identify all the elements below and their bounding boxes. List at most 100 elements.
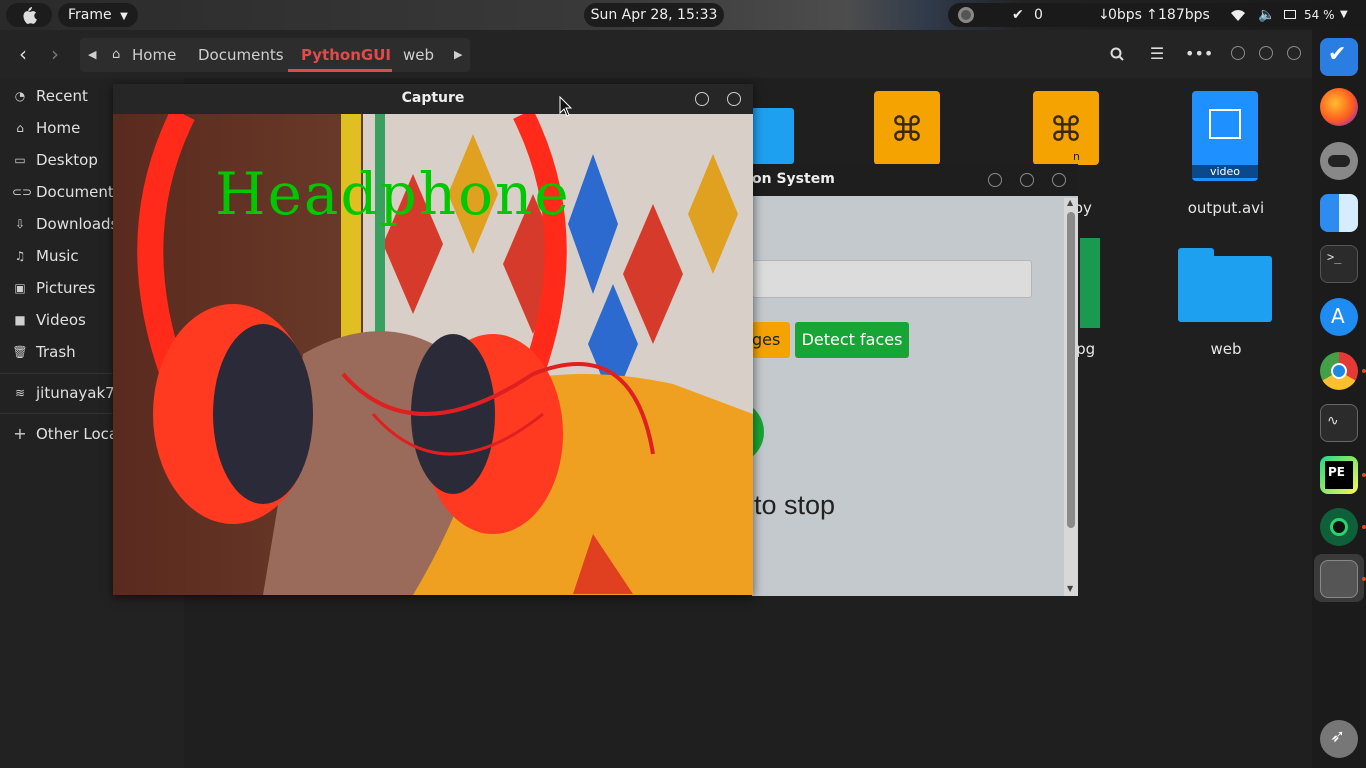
video-camera-icon: ■ bbox=[14, 313, 26, 327]
top-panel: Frame ▼ Sun Apr 28, 15:33 ✔ 0 ↓ 0bps ↑ 1… bbox=[0, 0, 1366, 30]
close-icon[interactable] bbox=[1052, 173, 1066, 187]
app-store-icon[interactable]: A bbox=[1320, 298, 1358, 336]
stop-instruction: to stop bbox=[754, 490, 836, 520]
image-file-icon bbox=[1080, 238, 1100, 328]
clock[interactable]: Sun Apr 28, 15:33 bbox=[584, 3, 724, 27]
app-menu-button[interactable]: Frame ▼ bbox=[58, 3, 138, 27]
file-item-output-avi[interactable]: video output.avi bbox=[1166, 91, 1286, 217]
music-icon: ♫ bbox=[14, 249, 26, 263]
python-file-icon: ⌘ n bbox=[1033, 91, 1099, 165]
documents-icon: ⊂⊃ bbox=[12, 185, 33, 199]
net-down: 0bps bbox=[1108, 7, 1142, 23]
breadcrumb-documents[interactable]: Documents bbox=[198, 38, 284, 72]
toggle-app-icon[interactable] bbox=[1320, 142, 1358, 180]
wifi-icon[interactable] bbox=[1230, 3, 1246, 30]
file-item-folder-web[interactable]: web bbox=[1166, 238, 1286, 358]
breadcrumb-left-arrow[interactable]: ◀ bbox=[88, 38, 96, 72]
tasks-app-icon[interactable]: ✔ bbox=[1320, 38, 1358, 76]
video-badge: video bbox=[1192, 165, 1258, 178]
minimize-icon[interactable] bbox=[1231, 46, 1245, 60]
battery-icon[interactable] bbox=[1284, 10, 1296, 19]
apple-menu-button[interactable] bbox=[6, 3, 52, 27]
capture-window: Capture Headphone bbox=[113, 84, 753, 595]
finder-icon[interactable] bbox=[1320, 194, 1358, 232]
list-view-icon[interactable]: ☰ bbox=[1145, 42, 1169, 66]
plus-icon: + bbox=[13, 424, 27, 443]
camera-feed-image: Headphone bbox=[113, 114, 753, 595]
scrollbar-thumb[interactable] bbox=[1067, 212, 1075, 528]
svg-text:⌘: ⌘ bbox=[1049, 110, 1083, 150]
trash-icon: 🗑 bbox=[12, 345, 28, 359]
network-icon: ≋ bbox=[14, 386, 26, 400]
file-label: output.avi bbox=[1187, 199, 1265, 217]
system-tray: ✔ 0 ↓ 0bps ↑ 187bps 🔈 54 % ▼ bbox=[948, 3, 1366, 27]
scroll-down-arrow-icon[interactable]: ▼ bbox=[1067, 584, 1073, 593]
volume-icon[interactable]: 🔈 bbox=[1258, 3, 1275, 27]
video-file-icon: video bbox=[1192, 91, 1258, 181]
apple-icon bbox=[23, 7, 37, 24]
images-button[interactable]: ges bbox=[752, 322, 790, 358]
close-icon[interactable] bbox=[727, 92, 741, 106]
battery-percent: 54 % bbox=[1304, 8, 1335, 22]
detected-object-label: Headphone bbox=[215, 160, 571, 228]
download-icon: ⇩ bbox=[14, 217, 26, 231]
capture-titlebar: Capture bbox=[113, 84, 753, 114]
window-app-icon[interactable] bbox=[1320, 560, 1358, 598]
back-button[interactable]: ‹ bbox=[10, 40, 36, 68]
caret-down-icon: ▼ bbox=[120, 11, 128, 22]
window-title: Capture bbox=[401, 90, 465, 106]
firefox-icon[interactable] bbox=[1320, 88, 1358, 126]
minimize-icon[interactable] bbox=[988, 173, 1002, 187]
power-menu-caret-icon[interactable]: ▼ bbox=[1340, 3, 1348, 27]
active-crumb-underline bbox=[288, 69, 392, 72]
file-manager-header: ‹ › ◀ ⌂ Home Documents PythonGUI web ▶ ☰… bbox=[0, 30, 1312, 78]
upload-arrow-icon: ↑ bbox=[1146, 7, 1158, 23]
svg-text:⌘: ⌘ bbox=[890, 110, 924, 150]
breadcrumb: ◀ ⌂ Home Documents PythonGUI web ▶ bbox=[80, 38, 470, 72]
breadcrumb-home[interactable]: Home bbox=[132, 38, 176, 72]
detection-text-input[interactable] bbox=[752, 260, 1032, 298]
close-icon[interactable] bbox=[1287, 46, 1301, 60]
dock: ✔ >_ A ∿ PE ➶ bbox=[1312, 30, 1366, 768]
forward-button[interactable]: › bbox=[42, 40, 68, 68]
running-indicator bbox=[1362, 473, 1366, 477]
scrollbar[interactable]: ▲ ▼ bbox=[1064, 198, 1078, 596]
app-menu-label: Frame bbox=[68, 7, 112, 23]
minimize-icon[interactable] bbox=[695, 92, 709, 106]
detection-system-window: on System ges Detect faces to stop ▲ ▼ bbox=[730, 164, 1078, 596]
updates-count: 0 bbox=[1034, 7, 1043, 23]
net-up: 187bps bbox=[1158, 7, 1210, 23]
running-indicator bbox=[1362, 369, 1366, 373]
system-monitor-icon[interactable]: ∿ bbox=[1320, 404, 1358, 442]
python-file-icon: ⌘ bbox=[874, 91, 940, 165]
record-icon[interactable] bbox=[958, 7, 974, 23]
film-icon bbox=[1209, 109, 1241, 139]
file-badge: n bbox=[1073, 150, 1080, 163]
detection-window-titlebar: on System bbox=[752, 164, 1078, 196]
camera-app-icon[interactable] bbox=[1320, 508, 1358, 546]
file-label: web bbox=[1210, 340, 1242, 358]
clock-icon: ◔ bbox=[14, 89, 26, 103]
breadcrumb-pythongui[interactable]: PythonGUI bbox=[301, 38, 391, 72]
detect-faces-button[interactable]: Detect faces bbox=[795, 322, 909, 358]
scroll-up-arrow-icon[interactable]: ▲ bbox=[1067, 198, 1073, 207]
maximize-icon[interactable] bbox=[1259, 46, 1273, 60]
folder-icon bbox=[1178, 248, 1272, 322]
pycharm-icon[interactable]: PE bbox=[1320, 456, 1358, 494]
maximize-icon[interactable] bbox=[1020, 173, 1034, 187]
window-title: on System bbox=[752, 171, 835, 187]
running-indicator bbox=[1362, 525, 1366, 529]
search-icon[interactable] bbox=[1105, 42, 1129, 66]
check-icon[interactable]: ✔ bbox=[1012, 3, 1024, 27]
terminal-icon[interactable]: >_ bbox=[1320, 245, 1358, 283]
desktop-icon: ▭ bbox=[14, 153, 26, 167]
pictures-icon: ▣ bbox=[14, 281, 26, 295]
running-indicator bbox=[1362, 577, 1366, 581]
mouse-cursor-icon bbox=[559, 95, 573, 122]
breadcrumb-right-arrow[interactable]: ▶ bbox=[454, 38, 462, 72]
more-options-icon[interactable]: ••• bbox=[1185, 42, 1213, 66]
launcher-rocket-icon[interactable]: ➶ bbox=[1320, 720, 1358, 758]
breadcrumb-web[interactable]: web bbox=[403, 38, 434, 72]
chrome-icon[interactable] bbox=[1320, 352, 1358, 390]
home-icon: ⌂ bbox=[112, 47, 121, 62]
